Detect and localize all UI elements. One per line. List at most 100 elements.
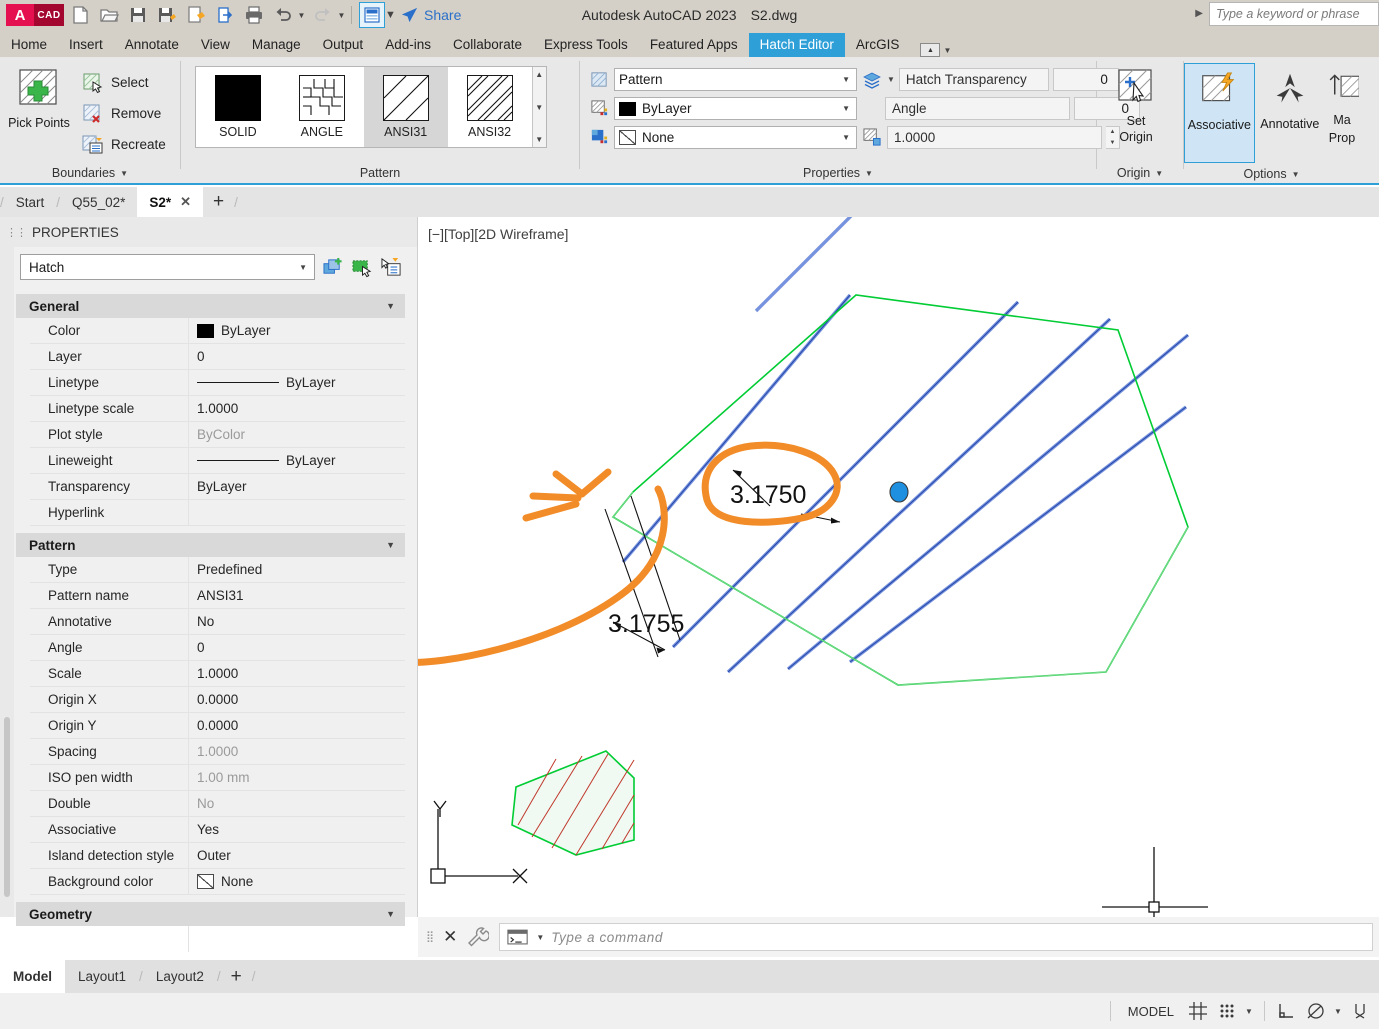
prop-row-associative[interactable]: Associative Yes <box>30 816 405 843</box>
transparency-layers-icon[interactable] <box>861 69 883 91</box>
prop-row-scale[interactable]: Scale 1.0000 <box>30 660 405 687</box>
prop-value-lineweight[interactable]: ByLayer <box>188 447 405 474</box>
prop-value-background-color[interactable]: None <box>188 868 405 895</box>
quick-select-icon[interactable] <box>322 256 344 278</box>
select-boundary-button[interactable]: Select <box>78 67 166 98</box>
prop-row-layer[interactable]: Layer 0 <box>30 343 405 370</box>
boundaries-expand-icon[interactable]: ▼ <box>120 169 128 178</box>
undo-dropdown-icon[interactable]: ▼ <box>296 2 307 28</box>
prop-row-angle[interactable]: Angle 0 <box>30 634 405 661</box>
select-objects-icon[interactable] <box>351 256 373 278</box>
hatch-angle-field[interactable]: Angle <box>885 97 1070 120</box>
prop-value-hyperlink[interactable] <box>188 499 405 526</box>
export-icon[interactable] <box>212 2 238 28</box>
object-type-select[interactable]: Hatch ▼ <box>20 254 315 280</box>
plot-icon[interactable] <box>241 2 267 28</box>
hatch-transparency-field[interactable]: Hatch Transparency <box>898 68 1049 91</box>
prop-value-associative[interactable]: Yes <box>188 816 405 843</box>
pick-points-button[interactable]: Pick Points <box>0 63 78 130</box>
pickadd-icon[interactable] <box>380 256 402 278</box>
hatch-type-caret-icon[interactable]: ▼ <box>842 75 850 84</box>
ribbon-tab-collaborate[interactable]: Collaborate <box>442 33 533 57</box>
ribbon-tab-addins[interactable]: Add-ins <box>374 33 442 57</box>
prop-row-lineweight[interactable]: Lineweight ByLayer <box>30 447 405 474</box>
prop-value-linetype[interactable]: ByLayer <box>188 369 405 396</box>
prop-value-linetype-scale[interactable]: 1.0000 <box>188 395 405 422</box>
wrench-icon[interactable] <box>467 926 490 948</box>
associative-button[interactable]: Associative <box>1184 63 1255 163</box>
new-icon[interactable] <box>67 2 93 28</box>
close-icon[interactable]: ✕ <box>180 194 191 210</box>
options-panel-title[interactable]: Options ▼ <box>1184 163 1359 185</box>
plot-preview-icon[interactable] <box>183 2 209 28</box>
prop-row-annotative[interactable]: Annotative No <box>30 608 405 635</box>
ribbon-tab-home[interactable]: Home <box>0 33 58 57</box>
prop-row-hyperlink[interactable]: Hyperlink <box>30 499 405 526</box>
snap-mode-icon[interactable] <box>1214 998 1240 1024</box>
prop-value-scale[interactable]: 1.0000 <box>188 660 405 687</box>
section-pattern-collapse-icon[interactable]: ▼ <box>386 540 395 550</box>
prop-value-type[interactable]: Predefined <box>188 556 405 583</box>
object-snap-icon[interactable] <box>1347 998 1373 1024</box>
ribbon-tab-hatch-editor[interactable]: Hatch Editor <box>748 33 845 57</box>
hatch-scale-field[interactable]: 1.0000 <box>887 126 1102 149</box>
prop-value-color[interactable]: ByLayer <box>188 317 405 344</box>
annotative-button[interactable]: Annotative <box>1255 63 1325 163</box>
transparency-dropdown-icon[interactable]: ▼ <box>887 75 895 84</box>
polar-tracking-icon[interactable] <box>1303 998 1329 1024</box>
hatch-background-combo[interactable]: None ▼ <box>614 126 857 149</box>
prop-row-color[interactable]: Color ByLayer <box>30 317 405 344</box>
document-tab-start[interactable]: Start <box>4 187 57 217</box>
prop-row-type[interactable]: Type Predefined <box>30 556 405 583</box>
gallery-scroll-down-icon[interactable]: ▼ <box>535 103 543 112</box>
prop-value-island-detection[interactable]: Outer <box>188 842 405 869</box>
ribbon-tab-featured-apps[interactable]: Featured Apps <box>639 33 749 57</box>
ribbon-tab-manage[interactable]: Manage <box>241 33 312 57</box>
section-geometry-collapse-icon[interactable]: ▼ <box>386 909 395 919</box>
ribbon-tab-express-tools[interactable]: Express Tools <box>533 33 639 57</box>
redo-dropdown-icon[interactable]: ▼ <box>336 2 347 28</box>
prop-value-layer[interactable]: 0 <box>188 343 405 370</box>
save-icon[interactable] <box>125 2 151 28</box>
pattern-swatch-ansi32[interactable]: ANSI32 <box>448 67 532 147</box>
undo-icon[interactable] <box>270 2 296 28</box>
prop-row-origin-y[interactable]: Origin Y 0.0000 <box>30 712 405 739</box>
close-icon[interactable]: ✕ <box>443 927 457 947</box>
prop-value-origin-y[interactable]: 0.0000 <box>188 712 405 739</box>
polar-tracking-dropdown-icon[interactable]: ▼ <box>1332 1007 1344 1016</box>
workspace-icon[interactable] <box>359 2 385 28</box>
ortho-icon[interactable] <box>1274 998 1300 1024</box>
origin-panel-title[interactable]: Origin ▼ <box>1097 161 1183 185</box>
ribbon-tab-arcgis[interactable]: ArcGIS <box>845 33 911 57</box>
hatch-color-combo[interactable]: ByLayer ▼ <box>614 97 857 120</box>
section-general-collapse-icon[interactable]: ▼ <box>386 301 395 311</box>
hatch-background-caret-icon[interactable]: ▼ <box>842 133 850 142</box>
ribbon-overflow[interactable]: ▲ ▼ <box>920 43 951 57</box>
origin-expand-icon[interactable]: ▼ <box>1155 169 1163 178</box>
saveas-icon[interactable] <box>154 2 180 28</box>
ribbon-tab-insert[interactable]: Insert <box>58 33 114 57</box>
recreate-boundary-button[interactable]: Recreate <box>78 129 166 160</box>
layout-tab-layout2[interactable]: Layout2 <box>143 960 217 993</box>
command-input[interactable]: ▼ Type a command <box>499 923 1373 951</box>
properties-expand-icon[interactable]: ▼ <box>865 169 873 178</box>
pattern-swatch-solid[interactable]: SOLID <box>196 67 280 147</box>
remove-boundary-button[interactable]: Remove <box>78 98 166 129</box>
grid-display-icon[interactable] <box>1185 998 1211 1024</box>
prop-value-origin-x[interactable]: 0.0000 <box>188 686 405 713</box>
prop-value-angle[interactable]: 0 <box>188 634 405 661</box>
prop-row-linetype[interactable]: Linetype ByLayer <box>30 369 405 396</box>
command-history-icon[interactable] <box>507 929 529 946</box>
ribbon-minimize-icon[interactable]: ▲ <box>920 43 941 57</box>
pattern-gallery[interactable]: SOLID ANGLE ANSI31 ANSI32 ▲ ▼ ▼ <box>195 66 547 148</box>
redo-icon[interactable] <box>310 2 336 28</box>
palette-grip-icon[interactable]: ⋮⋮ <box>6 226 27 239</box>
ribbon-tab-output[interactable]: Output <box>312 33 375 57</box>
set-origin-button[interactable]: Set Origin <box>1097 63 1175 145</box>
new-layout-button[interactable]: + <box>221 960 252 993</box>
layout-tab-model[interactable]: Model <box>0 960 65 993</box>
layout-tab-layout1[interactable]: Layout1 <box>65 960 139 993</box>
boundaries-panel-title[interactable]: Boundaries ▼ <box>0 161 180 185</box>
prop-value-pattern-name[interactable]: ANSI31 <box>188 582 405 609</box>
pattern-swatch-ansi31[interactable]: ANSI31 <box>363 67 448 147</box>
